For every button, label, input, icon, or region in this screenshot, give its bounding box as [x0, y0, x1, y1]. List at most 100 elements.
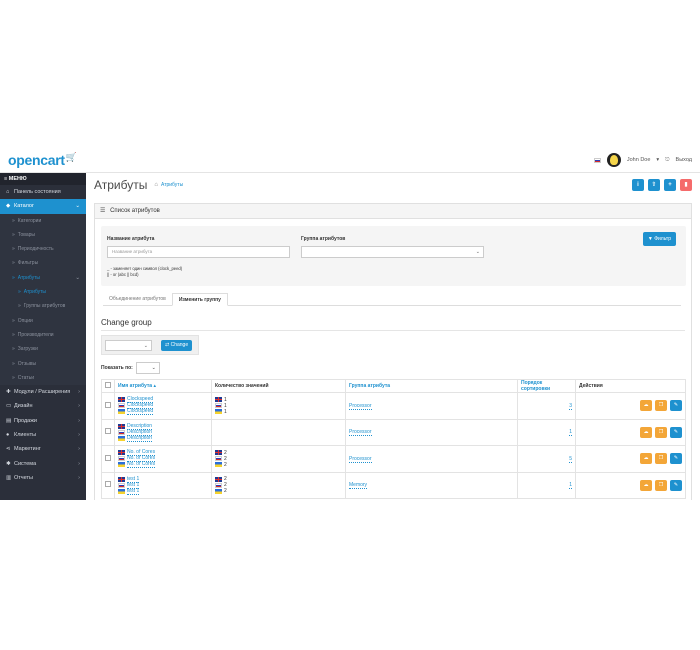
- attribute-group-link[interactable]: Processor: [349, 402, 372, 410]
- pencil-icon: ✎: [673, 402, 679, 409]
- logout-icon[interactable]: ⎋: [665, 157, 669, 164]
- filter-button[interactable]: ▼ Фильтр: [642, 232, 676, 246]
- opencart-logo[interactable]: opencart 🛒: [8, 152, 77, 168]
- chevron-right-icon: ›: [78, 417, 80, 424]
- col-count: Количество значений: [211, 379, 346, 393]
- edit-button[interactable]: ✎: [670, 453, 682, 465]
- sidebar-item-sales[interactable]: ▤ Продажи ›: [0, 414, 86, 428]
- sidebar-item-attributes[interactable]: » Атрибуты ⌄: [0, 271, 86, 285]
- home-icon[interactable]: ⌂: [154, 182, 158, 188]
- tab-bar: Объединение атрибутов Изменить группу: [103, 293, 681, 306]
- sidebar-item-system[interactable]: ✱ Система ›: [0, 457, 86, 471]
- sidebar-item-manufacturers[interactable]: » Производители: [0, 328, 86, 342]
- sort-order-link[interactable]: 3: [569, 402, 572, 410]
- edit-button[interactable]: ✎: [670, 479, 682, 491]
- sidebar-item-categories[interactable]: » Категории: [0, 214, 86, 228]
- sidebar-item-recurring[interactable]: » Периодичность: [0, 242, 86, 256]
- sort-by-order-link[interactable]: Порядок сортировки: [521, 380, 550, 392]
- language-flag-icon: [118, 423, 125, 429]
- localized-count: 2: [215, 462, 342, 468]
- language-flag-icon: [118, 397, 125, 403]
- tab-merge-attributes[interactable]: Объединение атрибутов: [103, 293, 172, 305]
- sidebar-item-customers[interactable]: ● Клиенты ›: [0, 428, 86, 442]
- row-checkbox[interactable]: [105, 401, 111, 408]
- sidebar-item-label: Загрузки: [17, 346, 38, 353]
- avatar[interactable]: [606, 153, 621, 167]
- sort-by-name-link[interactable]: Имя атрибута: [118, 383, 152, 389]
- attribute-group-cell: Processor: [345, 418, 518, 446]
- logout-link[interactable]: Выход: [676, 157, 692, 163]
- show-by-select[interactable]: ⌄: [135, 362, 160, 374]
- sort-order-link[interactable]: 5: [569, 455, 572, 463]
- edit-button[interactable]: ✎: [670, 426, 682, 438]
- copy-button[interactable]: ❐: [655, 400, 667, 412]
- attribute-group-link[interactable]: Processor: [349, 455, 372, 463]
- copy-button[interactable]: ❐: [655, 426, 667, 438]
- row-select-cell: [101, 471, 115, 499]
- delete-button[interactable]: ▮: [680, 179, 692, 191]
- sidebar-item-marketing[interactable]: ⋖ Маркетинг ›: [0, 442, 86, 456]
- filter-name-input[interactable]: Название атрибута: [107, 246, 290, 258]
- sidebar-item-reports[interactable]: ▥ Отчеты ›: [0, 471, 86, 485]
- values-button[interactable]: ☁: [640, 426, 652, 438]
- upload-button[interactable]: ⇧: [648, 179, 660, 191]
- sidebar-item-reviews[interactable]: » Отзывы: [0, 357, 86, 371]
- sidebar-item-options[interactable]: » Опции: [0, 314, 86, 328]
- user-dropdown-chevron-icon[interactable]: ▾: [656, 157, 659, 163]
- chevron-right-icon: ›: [78, 432, 80, 439]
- chevron-right-icon: ›: [78, 460, 80, 467]
- language-flag-icon[interactable]: [593, 157, 601, 163]
- filter-hint-2: || - or (abc || bcd): [107, 272, 139, 277]
- sidebar-item-design[interactable]: ▭ Дизайн ›: [0, 399, 86, 413]
- col-group[interactable]: Группа атрибута: [345, 379, 518, 393]
- values-button[interactable]: ☁: [640, 479, 652, 491]
- sort-order-link[interactable]: 1: [569, 429, 572, 437]
- gear-icon: ✱: [6, 460, 11, 467]
- copy-button[interactable]: ❐: [655, 453, 667, 465]
- tab-change-group[interactable]: Изменить группу: [171, 293, 228, 306]
- col-name[interactable]: Имя атрибута ▴: [114, 379, 212, 393]
- sidebar-item-downloads[interactable]: » Загрузки: [0, 342, 86, 356]
- row-checkbox[interactable]: [105, 454, 111, 461]
- select-all-checkbox[interactable]: [105, 382, 111, 388]
- breadcrumb: ⌂ Атрибуты: [154, 182, 183, 188]
- sidebar-item-attributes-list[interactable]: » Атрибуты: [0, 285, 86, 299]
- sidebar-item-articles[interactable]: » Статьи: [0, 371, 86, 385]
- attribute-group-link[interactable]: Memory: [349, 482, 368, 490]
- row-checkbox[interactable]: [105, 428, 111, 435]
- breadcrumb-attributes[interactable]: Атрибуты: [161, 182, 183, 188]
- change-button[interactable]: ⇄ Change: [161, 340, 193, 351]
- change-group-select[interactable]: ⌄: [105, 340, 152, 351]
- sidebar-item-catalog[interactable]: ◆ Каталог ⌄: [0, 199, 86, 214]
- attribute-name-cell: No. of Cores No. of Cores No. of Cores: [114, 445, 212, 473]
- attribute-name-link[interactable]: No. of Cores: [127, 461, 156, 469]
- attribute-name-link[interactable]: test 1: [127, 488, 140, 495]
- user-name[interactable]: John Doe: [627, 157, 651, 163]
- attribute-name-link[interactable]: Clockspeed: [127, 408, 154, 416]
- col-sort[interactable]: Порядок сортировки: [517, 379, 576, 393]
- value-count-cell: 111: [211, 392, 346, 420]
- info-button[interactable]: i: [632, 179, 644, 191]
- attribute-group-link[interactable]: Processor: [349, 429, 372, 437]
- cloud-icon: ☁: [643, 455, 649, 462]
- menu-header[interactable]: ≡ МЕНЮ: [0, 173, 86, 185]
- add-button[interactable]: +: [664, 179, 676, 191]
- value-count: 1: [224, 408, 227, 415]
- values-button[interactable]: ☁: [640, 400, 652, 412]
- sort-order-link[interactable]: 1: [569, 482, 572, 490]
- row-checkbox[interactable]: [105, 481, 111, 488]
- edit-button[interactable]: ✎: [670, 400, 682, 412]
- attribute-group-cell: Memory: [345, 471, 518, 499]
- row-select-cell: [101, 392, 115, 420]
- sidebar-item-extensions[interactable]: ✚ Модули / Расширения ›: [0, 385, 86, 399]
- copy-button[interactable]: ❐: [655, 479, 667, 491]
- sidebar-item-attribute-groups[interactable]: » Группы атрибутов: [0, 299, 86, 313]
- sidebar-item-filters[interactable]: » Фильтры: [0, 256, 86, 270]
- sidebar-item-dashboard[interactable]: ⌂ Панель состояния: [0, 185, 86, 199]
- sidebar-item-products[interactable]: » Товары: [0, 228, 86, 242]
- sort-by-group-link[interactable]: Группа атрибута: [349, 383, 390, 389]
- values-button[interactable]: ☁: [640, 453, 652, 465]
- attribute-name-link[interactable]: Description: [127, 435, 153, 442]
- filter-group-select[interactable]: ⌄: [301, 246, 484, 258]
- divider: [101, 330, 685, 331]
